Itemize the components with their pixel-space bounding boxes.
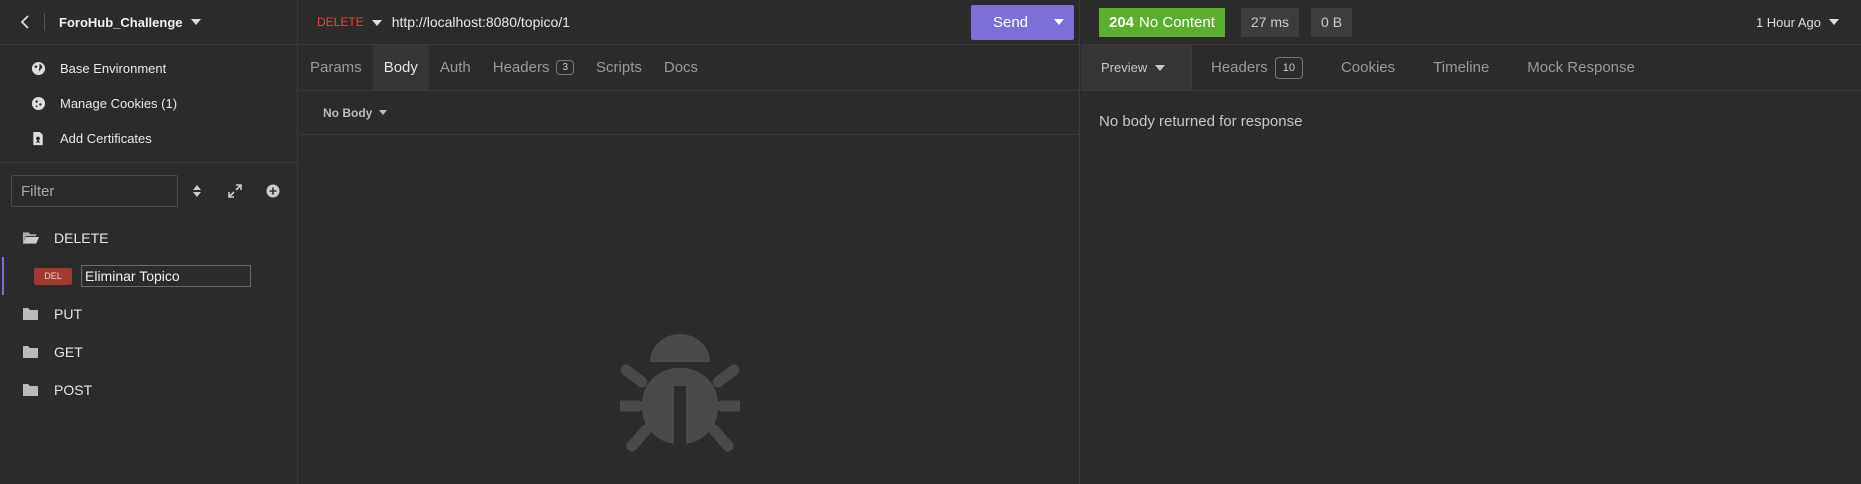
back-icon[interactable]	[16, 13, 34, 31]
chevron-down-icon	[379, 110, 388, 115]
folder-post[interactable]: POST	[0, 371, 297, 409]
folder-get[interactable]: GET	[0, 333, 297, 371]
add-icon[interactable]	[254, 176, 292, 206]
folder-put[interactable]: PUT	[0, 295, 297, 333]
send-options-icon[interactable]	[1044, 5, 1074, 40]
sort-icon[interactable]	[178, 176, 216, 206]
status-code: 204	[1109, 13, 1135, 31]
rename-input[interactable]: Eliminar Topico	[81, 265, 251, 287]
expand-icon[interactable]	[216, 176, 254, 206]
project-header: ForoHub_Challenge	[0, 0, 297, 45]
add-certificates-label: Add Certificates	[60, 131, 152, 146]
tab-scripts[interactable]: Scripts	[585, 45, 653, 90]
time-ago-label: 1 Hour Ago	[1755, 14, 1821, 30]
folder-open-icon	[22, 231, 40, 245]
request-tabs: Params Body Auth Headers 3 Scripts Docs	[299, 45, 1079, 91]
tab-mock-response[interactable]: Mock Response	[1508, 45, 1654, 90]
tab-params[interactable]: Params	[299, 45, 373, 90]
tab-response-headers-label: Headers	[1211, 59, 1268, 76]
chevron-down-icon	[371, 19, 382, 26]
tab-body[interactable]: Body	[372, 45, 429, 90]
folder-delete[interactable]: DELETE	[0, 219, 297, 257]
certificate-icon	[30, 131, 46, 147]
status-badge: 204 No Content	[1099, 7, 1225, 37]
response-time: 27 ms	[1240, 7, 1300, 37]
response-panel: 204 No Content 27 ms 0 B 1 Hour Ago Prev…	[1081, 0, 1861, 484]
add-certificates-item[interactable]: Add Certificates	[0, 121, 297, 156]
chevron-down-icon[interactable]	[190, 19, 201, 25]
bug-icon	[616, 330, 744, 463]
send-button[interactable]: Send	[971, 4, 1074, 40]
manage-cookies-item[interactable]: Manage Cookies (1)	[0, 86, 297, 121]
response-size: 0 B	[1311, 7, 1353, 37]
globe-icon	[30, 61, 46, 77]
folder-post-label: POST	[54, 382, 93, 398]
tab-docs[interactable]: Docs	[653, 45, 709, 90]
header-divider	[44, 13, 45, 31]
history-selector[interactable]: 1 Hour Ago	[1756, 15, 1839, 30]
cookie-icon	[30, 96, 46, 112]
folder-delete-label: DELETE	[54, 230, 109, 246]
headers-count-badge: 3	[556, 60, 575, 75]
filter-row: Filter	[0, 163, 297, 219]
tab-cookies[interactable]: Cookies	[1322, 45, 1414, 90]
response-body-message: No body returned for response	[1099, 113, 1303, 130]
response-status-bar: 204 No Content 27 ms 0 B 1 Hour Ago	[1081, 0, 1861, 45]
folder-icon	[22, 307, 40, 321]
tab-preview-label: Preview	[1101, 60, 1148, 75]
chevron-down-icon	[1155, 64, 1166, 71]
status-text: No Content	[1139, 13, 1215, 31]
response-tabs: Preview Headers 10 Cookies Timeline Mock…	[1081, 45, 1861, 91]
tab-headers-label: Headers	[492, 59, 550, 76]
tab-timeline[interactable]: Timeline	[1414, 45, 1508, 90]
chevron-down-icon	[1829, 19, 1839, 25]
folder-icon	[22, 383, 40, 397]
body-type-selector[interactable]: No Body	[299, 91, 1079, 135]
folder-get-label: GET	[54, 344, 83, 360]
folder-put-label: PUT	[54, 306, 82, 322]
tab-headers[interactable]: Headers 3	[482, 45, 585, 90]
tab-preview[interactable]: Preview	[1081, 45, 1192, 90]
method-badge: DEL	[34, 267, 72, 285]
url-input[interactable]: http://localhost:8080/topico/1	[392, 14, 971, 30]
body-type-label: No Body	[323, 105, 373, 120]
method-label: DELETE	[317, 15, 364, 29]
url-bar: DELETE http://localhost:8080/topico/1 Se…	[299, 0, 1079, 45]
folder-icon	[22, 345, 40, 359]
filter-input[interactable]: Filter	[11, 175, 178, 207]
project-title[interactable]: ForoHub_Challenge	[59, 15, 183, 30]
sidebar-menu: Base Environment Manage Cookies (1) Add …	[0, 45, 297, 163]
request-tree: DELETE DEL Eliminar Topico PUT GET POST	[0, 219, 297, 409]
sidebar: ForoHub_Challenge Base Environment Manag…	[0, 0, 298, 484]
tab-response-headers[interactable]: Headers 10	[1192, 45, 1322, 90]
base-environment-label: Base Environment	[60, 61, 167, 76]
request-eliminar-topico[interactable]: DEL Eliminar Topico	[0, 257, 297, 295]
send-label: Send	[992, 13, 1029, 31]
base-environment-item[interactable]: Base Environment	[0, 51, 297, 86]
manage-cookies-label: Manage Cookies (1)	[60, 96, 178, 111]
request-panel: DELETE http://localhost:8080/topico/1 Se…	[299, 0, 1080, 484]
method-selector[interactable]: DELETE	[317, 15, 392, 29]
response-headers-count-badge: 10	[1274, 56, 1303, 79]
tab-auth[interactable]: Auth	[429, 45, 482, 90]
